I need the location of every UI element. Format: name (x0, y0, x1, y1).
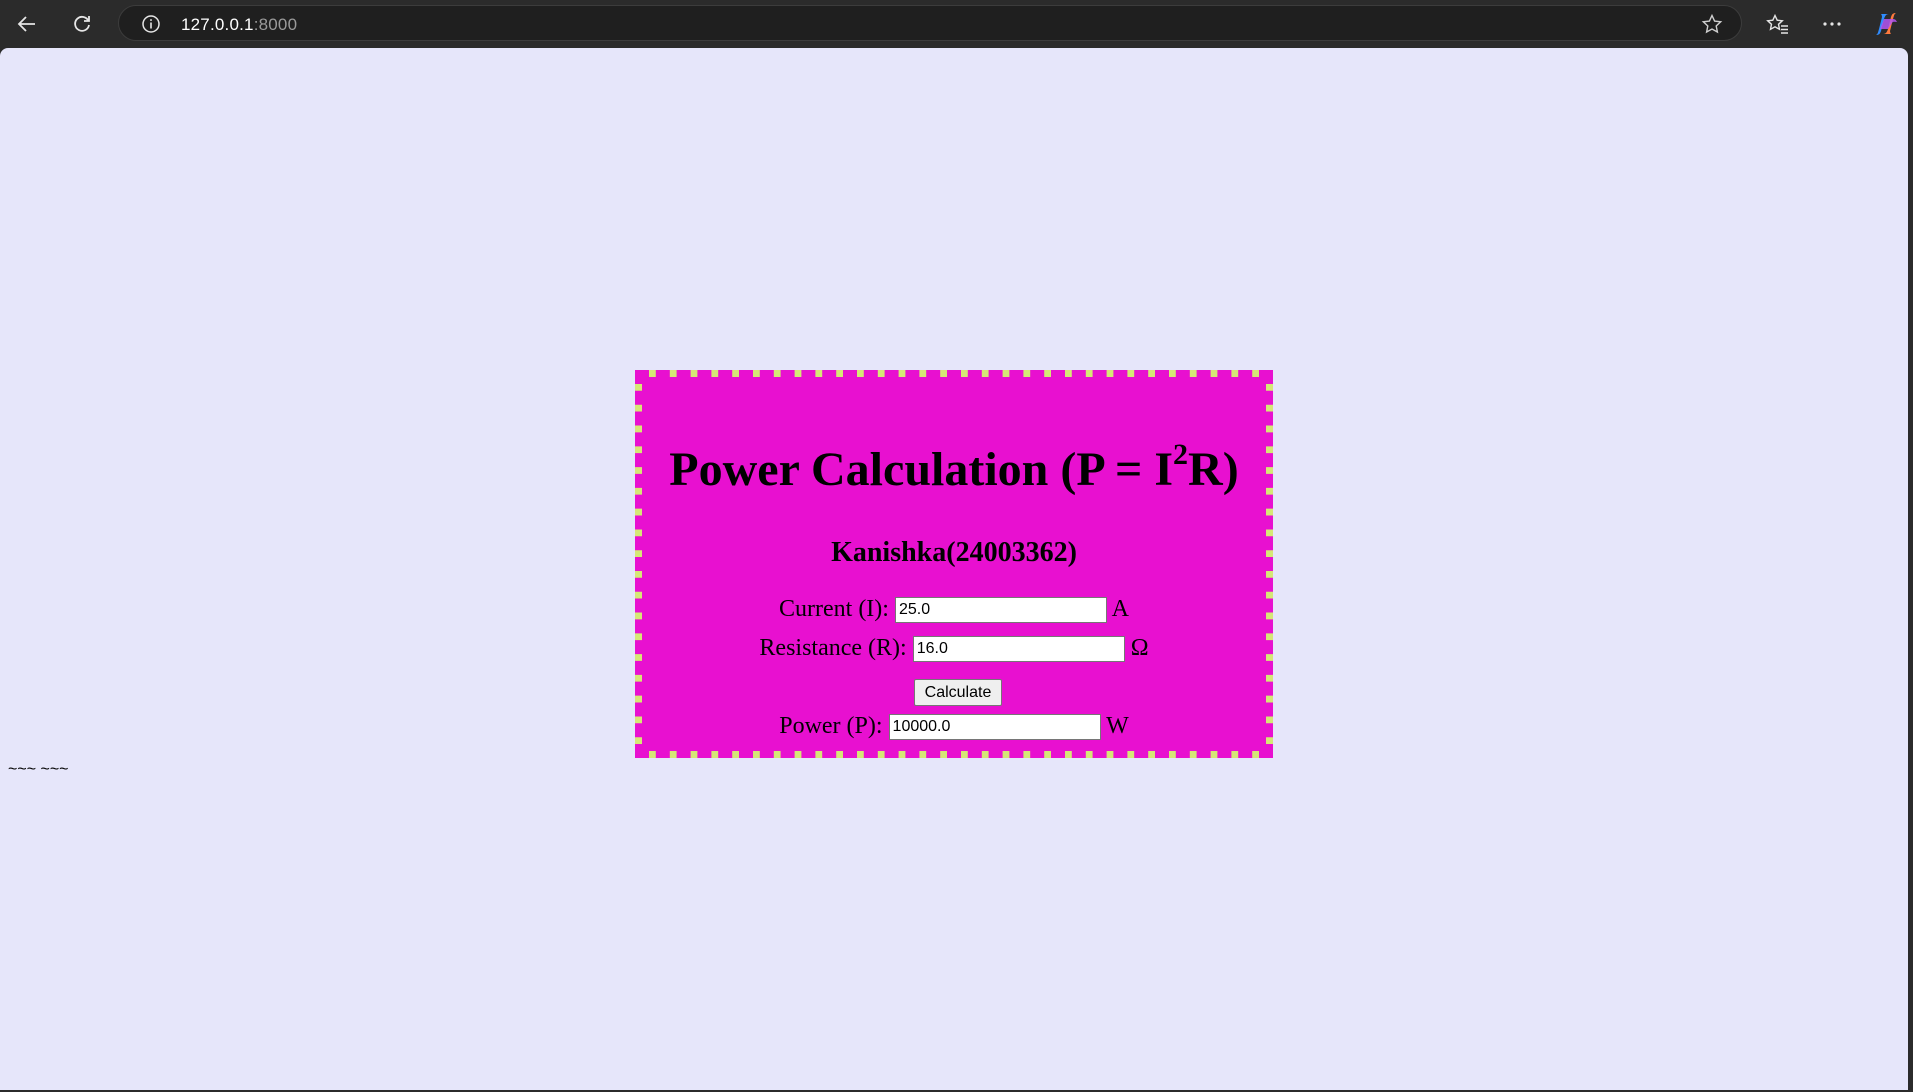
resistance-unit: Ω (1130, 635, 1149, 661)
favorites-icon (1766, 13, 1788, 34)
resistance-input[interactable] (912, 636, 1125, 663)
calculator-card: Power Calculation (P = I2R) Kanishka(240… (635, 370, 1273, 758)
footer-text: ~~~ ~~~ (8, 761, 69, 778)
info-icon[interactable] (141, 14, 161, 34)
favorites-button[interactable] (1762, 8, 1794, 40)
page-title: Power Calculation (P = I2R) (642, 438, 1266, 497)
refresh-button[interactable] (66, 8, 98, 40)
url-port: :8000 (253, 15, 298, 34)
back-button[interactable] (11, 8, 43, 40)
address-bar[interactable]: 127.0.0.1:8000 (118, 5, 1742, 41)
calculate-button[interactable]: Calculate (914, 679, 1002, 706)
title-end: R) (1188, 443, 1239, 496)
current-row: Current (I): A (642, 596, 1266, 624)
title-main: Power Calculation (P = I (669, 443, 1174, 496)
power-row: Power (P): W (642, 713, 1266, 741)
refresh-icon (74, 15, 90, 32)
star-icon[interactable] (1701, 13, 1723, 35)
resistance-label: Resistance (R): (759, 635, 907, 661)
browser-toolbar: 127.0.0.1:8000 (0, 0, 1913, 48)
power-label: Power (P): (779, 713, 883, 739)
current-unit: A (1111, 596, 1129, 622)
power-output[interactable] (888, 714, 1101, 741)
author-name: Kanishka(24003362) (831, 537, 1077, 568)
url-host: 127.0.0.1 (181, 15, 254, 34)
copilot-icon (1876, 13, 1897, 35)
back-icon (17, 16, 35, 32)
title-superscript: 2 (1173, 438, 1189, 471)
resistance-row: Resistance (R): Ω (642, 635, 1266, 663)
more-icon (1823, 22, 1841, 26)
page-viewport: Power Calculation (P = I2R) Kanishka(240… (0, 48, 1908, 1090)
current-input[interactable] (894, 597, 1107, 624)
power-unit: W (1106, 713, 1129, 739)
calculator-card-inner: Power Calculation (P = I2R) Kanishka(240… (642, 377, 1266, 751)
copilot-button[interactable] (1870, 8, 1902, 40)
url-text[interactable]: 127.0.0.1:8000 (181, 15, 297, 35)
current-label: Current (I): (779, 596, 889, 622)
more-button[interactable] (1816, 8, 1848, 40)
